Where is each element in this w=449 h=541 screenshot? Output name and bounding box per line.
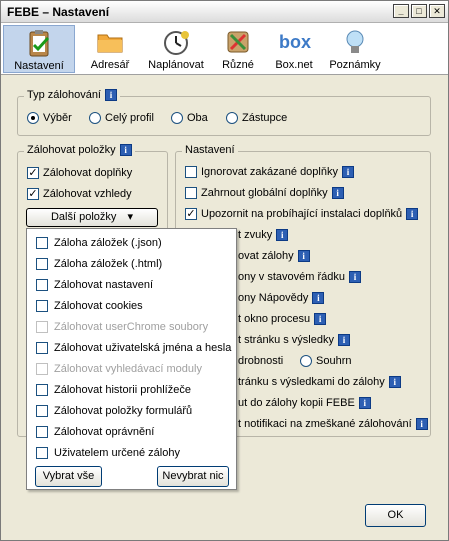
checkbox-box (36, 426, 48, 439)
setting-row-process-window[interactable]: t okno procesu i (238, 313, 327, 326)
backup-type-legend: Typ zálohování (27, 89, 101, 101)
setting-row-missed-notify[interactable]: t notifikaci na zmeškané zálohování i (238, 418, 428, 431)
setting-row-sounds[interactable]: t zvuky i (238, 229, 289, 242)
popup-item-bookmarks-html[interactable]: Záloha záložek (.html) (36, 258, 162, 271)
more-items-button[interactable]: Další položky ▾ (26, 208, 158, 227)
radio-indicator (300, 355, 312, 368)
backup-type-group: Typ zálohování i Výběr Celý profil Oba Zá… (17, 89, 431, 136)
lightbulb-icon (346, 30, 364, 53)
popup-item-formdata[interactable]: Zálohovat položky formulářů (36, 405, 192, 418)
maximize-button[interactable]: □ (411, 4, 427, 18)
info-icon[interactable]: i (358, 397, 371, 410)
info-icon[interactable]: i (349, 271, 361, 284)
tab-adresar[interactable]: Adresář (79, 25, 141, 73)
tab-naplanovat[interactable]: Naplánovat (143, 25, 209, 73)
close-button[interactable]: ✕ (429, 4, 445, 18)
setting-row-results-page[interactable]: t stránku s výsledky i (238, 334, 350, 347)
checkbox-box: ✓ (27, 167, 39, 180)
checkbox-ignore-disabled[interactable]: Ignorovat zakázané doplňky i (185, 166, 354, 179)
pane-toolbar: Nastavení Adresář Naplánovat Různé box B… (1, 23, 448, 75)
checkbox-box: ✓ (185, 208, 197, 221)
popup-item-passwords[interactable]: Zálohovat uživatelská jména a hesla (36, 342, 231, 355)
window-title: FEBE – Nastavení (7, 5, 110, 19)
radio-indicator (171, 112, 183, 125)
checkbox-box (36, 321, 48, 334)
clipboard-check-icon (29, 30, 50, 57)
radio-indicator (27, 112, 39, 125)
setting-row-detail[interactable]: drobnosti (238, 355, 283, 367)
ok-button[interactable]: OK (365, 504, 426, 527)
checkbox-themes[interactable]: ✓ Zálohovat vzhledy (27, 188, 132, 201)
deselect-all-button[interactable]: Nevybrat nic (157, 466, 229, 487)
setting-row-help[interactable]: ony Nápovědy i (238, 292, 325, 305)
info-icon[interactable]: i (337, 334, 350, 347)
radio-oba[interactable]: Oba (171, 112, 208, 125)
info-icon[interactable]: i (312, 292, 325, 305)
checkbox-box (36, 258, 48, 271)
popup-item-custom[interactable]: Uživatelem určené zálohy (36, 447, 180, 460)
info-icon[interactable]: i (314, 313, 327, 326)
info-icon[interactable]: i (105, 89, 117, 102)
popup-item-preferences[interactable]: Zálohovat nastavení (36, 279, 153, 292)
info-icon[interactable]: i (297, 250, 310, 263)
minimize-button[interactable]: _ (393, 4, 409, 18)
checkbox-box (36, 405, 48, 418)
popup-item-bookmarks-json[interactable]: Záloha záložek (.json) (36, 237, 162, 250)
radio-indicator (226, 112, 238, 125)
radio-indicator (89, 112, 101, 125)
checkbox-box (36, 237, 48, 250)
radio-zastupce[interactable]: Zástupce (226, 112, 287, 125)
checkbox-warn-install[interactable]: ✓ Upozornit na probíhající instalaci dopl… (185, 208, 419, 221)
radio-vyber[interactable]: Výběr (27, 112, 72, 125)
info-icon[interactable]: i (341, 166, 354, 179)
tab-ruzne[interactable]: Různé (213, 25, 263, 73)
info-icon[interactable]: i (331, 187, 344, 200)
settings-legend: Nastavení (185, 144, 235, 156)
checkbox-include-global[interactable]: Zahrnout globální doplňky i (185, 187, 344, 200)
folder-icon (97, 34, 123, 53)
info-icon[interactable]: i (406, 208, 419, 221)
title-bar: FEBE – Nastavení _ □ ✕ (1, 1, 448, 23)
tab-boxnet[interactable]: box Box.net (267, 25, 321, 73)
select-all-button[interactable]: Vybrat vše (35, 466, 102, 487)
more-items-popup: Záloha záložek (.json) Záloha záložek (.… (26, 228, 237, 490)
setting-row-backups[interactable]: ovat zálohy i (238, 250, 310, 263)
box-logo: box (279, 32, 312, 52)
popup-item-permissions[interactable]: Zálohovat oprávnění (36, 426, 154, 439)
checkbox-box (36, 363, 48, 376)
popup-item-history[interactable]: Zálohovat historii prohlížeče (36, 384, 191, 397)
checkbox-box (36, 342, 48, 355)
checkbox-box (36, 384, 48, 397)
checkbox-box: ✓ (27, 188, 39, 201)
popup-item-cookies[interactable]: Zálohovat cookies (36, 300, 143, 313)
radio-cely-profil[interactable]: Celý profil (89, 112, 154, 125)
checkbox-box (36, 447, 48, 460)
setting-row-statusbar[interactable]: ony v stavovém řádku i (238, 271, 361, 284)
dropdown-arrow-icon: ▾ (127, 211, 133, 223)
clock-icon (164, 31, 189, 55)
checkbox-box (36, 300, 48, 313)
checkbox-addons[interactable]: ✓ Zálohovat doplňky (27, 167, 132, 180)
popup-item-userchrome: Zálohovat userChrome soubory (36, 321, 208, 334)
info-icon[interactable]: i (415, 418, 428, 431)
febe-options-window: FEBE – Nastavení _ □ ✕ Nastavení Adresář (0, 0, 449, 541)
tab-poznamky[interactable]: Poznámky (325, 25, 385, 73)
info-icon[interactable]: i (119, 144, 132, 157)
tab-nastaveni[interactable]: Nastavení (3, 25, 75, 73)
backup-items-legend: Zálohovat položky (27, 144, 116, 156)
checkbox-box (185, 187, 197, 200)
popup-item-search-engines: Zálohovat vyhledávací moduly (36, 363, 202, 376)
radio-summary[interactable]: Souhrn (300, 355, 351, 368)
info-icon[interactable]: i (388, 376, 401, 389)
checkbox-box (185, 166, 197, 179)
checkbox-box (36, 279, 48, 292)
info-icon[interactable]: i (276, 229, 289, 242)
more-items-label: Další položky (50, 211, 117, 223)
setting-row-febe-copy[interactable]: ut do zálohy kopii FEBE i (238, 397, 371, 410)
tools-icon (227, 31, 249, 53)
setting-row-results-to-backup[interactable]: tránku s výsledkami do zálohy i (238, 376, 401, 389)
